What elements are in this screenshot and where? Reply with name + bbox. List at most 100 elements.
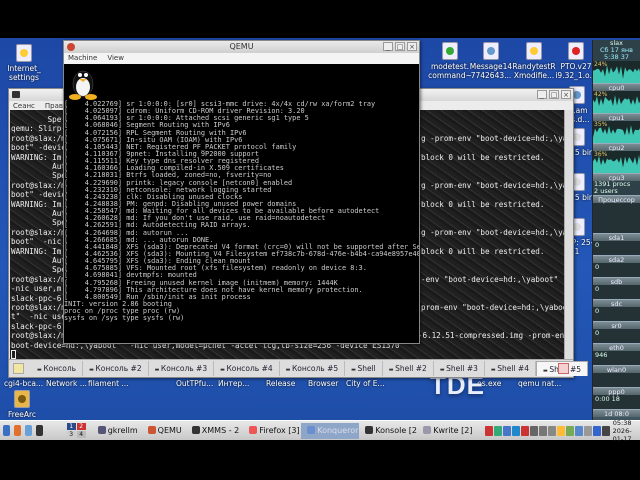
terminal-line-left: root@slax:/m [11, 303, 66, 312]
clock[interactable]: 05:38 2026-01-17 [610, 419, 640, 443]
close-tab-icon[interactable] [558, 363, 569, 374]
disk-label: sr0 [593, 321, 640, 330]
konsole-tab[interactable]: Консоль [31, 361, 84, 376]
desktop-icon-label[interactable]: qemu nat... [518, 379, 561, 388]
terminal-line-left: root@slax:/m [11, 133, 66, 143]
terminal-line-left: Aut [11, 162, 66, 171]
tray-icon[interactable] [584, 425, 593, 436]
cpu-percent: 24% [594, 61, 608, 68]
tray-icon[interactable] [521, 425, 530, 436]
disk-label: sda2 [593, 255, 640, 264]
taskbar-item[interactable]: Firefox [3] [243, 423, 301, 439]
konsole-tab[interactable]: Shell #4 [485, 361, 536, 376]
tray-icon[interactable] [485, 425, 494, 436]
tray-icon[interactable] [503, 425, 512, 436]
disk-label: sdb [593, 277, 640, 286]
terminal-icon[interactable] [35, 425, 43, 436]
new-tab-icon[interactable] [13, 363, 24, 374]
archive-icon [14, 390, 30, 408]
konsole-tab[interactable]: Shell [345, 361, 383, 376]
cpu-percent: 36% [594, 151, 608, 158]
tray-icon[interactable] [512, 425, 521, 436]
terminal-line-left: Spe [11, 218, 66, 228]
terminal-line-left: boot" -devic [11, 143, 66, 153]
taskbar-item[interactable]: QEMU [142, 423, 186, 439]
qemu-window: QEMU _ □ × Machine View [ 4.022769] sr 1:0… [63, 40, 420, 344]
desktop-icon-label[interactable]: City of E... [346, 379, 385, 388]
desktop-icon-randytest[interactable]: RandytestR Xmodifie... [510, 42, 558, 80]
taskbar-item[interactable]: Konsole [2] [359, 423, 417, 439]
desktop-icon-label[interactable]: filament ... [88, 379, 129, 388]
qemu-screen[interactable]: [ 4.022769] sr 1:0:0:0: [sr0] scsi3-mmc … [64, 64, 419, 343]
tray-icon[interactable] [566, 425, 575, 436]
taskbar-item[interactable]: XMMS - 2 [186, 423, 243, 439]
minimize-button[interactable]: _ [383, 42, 393, 51]
minimize-button[interactable]: _ [537, 90, 547, 99]
tray-icon[interactable] [575, 425, 584, 436]
taskbar-item[interactable]: gkrellm [92, 423, 142, 439]
taskbar-item[interactable]: Konqueror [301, 422, 360, 439]
terminal-line-left: t" -nic user [11, 312, 71, 322]
file-icon [16, 44, 32, 62]
tux-penguin-icon [69, 70, 97, 100]
konsole-scrollbar[interactable] [564, 110, 573, 360]
terminal-line-left: boot" -devic [11, 190, 66, 200]
terminal-cursor [11, 350, 16, 359]
start-menu-icon[interactable] [3, 425, 10, 436]
tray-icon[interactable] [530, 425, 539, 436]
pager-desktop-1[interactable]: 1 [66, 423, 76, 430]
net-value: 946 [593, 351, 640, 365]
konsole-tab[interactable]: Консоль #3 [149, 361, 215, 376]
maximize-button[interactable]: □ [549, 90, 559, 99]
home-icon[interactable] [13, 425, 21, 436]
app-icon [147, 426, 156, 434]
desktop-icon-label[interactable]: Browser [308, 379, 338, 388]
konsole-tab[interactable]: Shell #2 [383, 361, 434, 376]
desktop-icon-internet-settings[interactable]: Internet_ settings [0, 44, 48, 82]
maximize-button[interactable]: □ [395, 42, 405, 51]
terminal-line-left: root@slax:/m [11, 180, 66, 190]
tray-icon[interactable] [593, 425, 602, 436]
tray-icon[interactable] [557, 425, 566, 436]
konsole-tab[interactable]: Консоль #4 [214, 361, 280, 376]
menu-machine[interactable]: Machine [68, 53, 97, 64]
close-button[interactable]: × [407, 42, 417, 51]
qemu-menubar: Machine View [64, 53, 419, 64]
console-line: sysfs on /sys type sysfs (rw) [64, 314, 185, 323]
konsole-tab-bar: КонсольКонсоль #2Консоль #3Консоль #4Кон… [9, 359, 589, 377]
konsole-tab[interactable]: Shell #3 [434, 361, 485, 376]
network-icon[interactable] [24, 425, 32, 436]
cpu-graph: 35% [593, 121, 640, 143]
app-icon [191, 426, 200, 434]
app-icon [423, 426, 432, 434]
desktop-icon-label[interactable]: Интер... [218, 379, 249, 388]
desktop-icon-freearc[interactable]: FreeArc [0, 390, 46, 419]
desktop-icon-label[interactable]: cgi4-bca... [4, 379, 43, 388]
disk-value: 0 [593, 329, 640, 343]
taskbar-item-label: XMMS - 2 [201, 425, 240, 435]
pager-desktop-2[interactable]: 2 [76, 423, 86, 430]
desktop-icon-message[interactable]: Message14 7742643... [467, 42, 515, 80]
menu-view[interactable]: View [107, 53, 124, 64]
desktop-icon-label[interactable]: Release [266, 379, 295, 388]
pdf-icon [568, 42, 584, 60]
tray-icon[interactable] [548, 425, 557, 436]
desktop-icon-label[interactable]: Network ... [46, 379, 87, 388]
tray-icon[interactable] [539, 425, 548, 436]
pager-desktop-4[interactable]: 4 [76, 431, 86, 438]
desktop-icon-label[interactable]: OutTPfu... [176, 379, 213, 388]
mail-icon [483, 42, 499, 60]
pager-desktop-3[interactable]: 3 [66, 431, 76, 438]
tray-icon[interactable] [602, 425, 611, 436]
konsole-tab[interactable]: Консоль #2 [83, 361, 149, 376]
konsole-tab[interactable]: Консоль #5 [280, 361, 346, 376]
terminal-line-left: Spe [11, 115, 62, 124]
disk-value: 0 [593, 263, 640, 277]
close-button[interactable]: × [561, 90, 571, 99]
qemu-titlebar[interactable]: QEMU _ □ × [64, 41, 419, 53]
tray-icon[interactable] [494, 425, 503, 436]
taskbar-item[interactable]: Kwrite [2] [417, 423, 475, 439]
cpu-label: cpu2 [593, 143, 640, 152]
terminal-line-right: g -prom-env "boot-device=hd:,\ya [421, 180, 564, 190]
taskbar-item-label: Firefox [3] [259, 425, 300, 435]
